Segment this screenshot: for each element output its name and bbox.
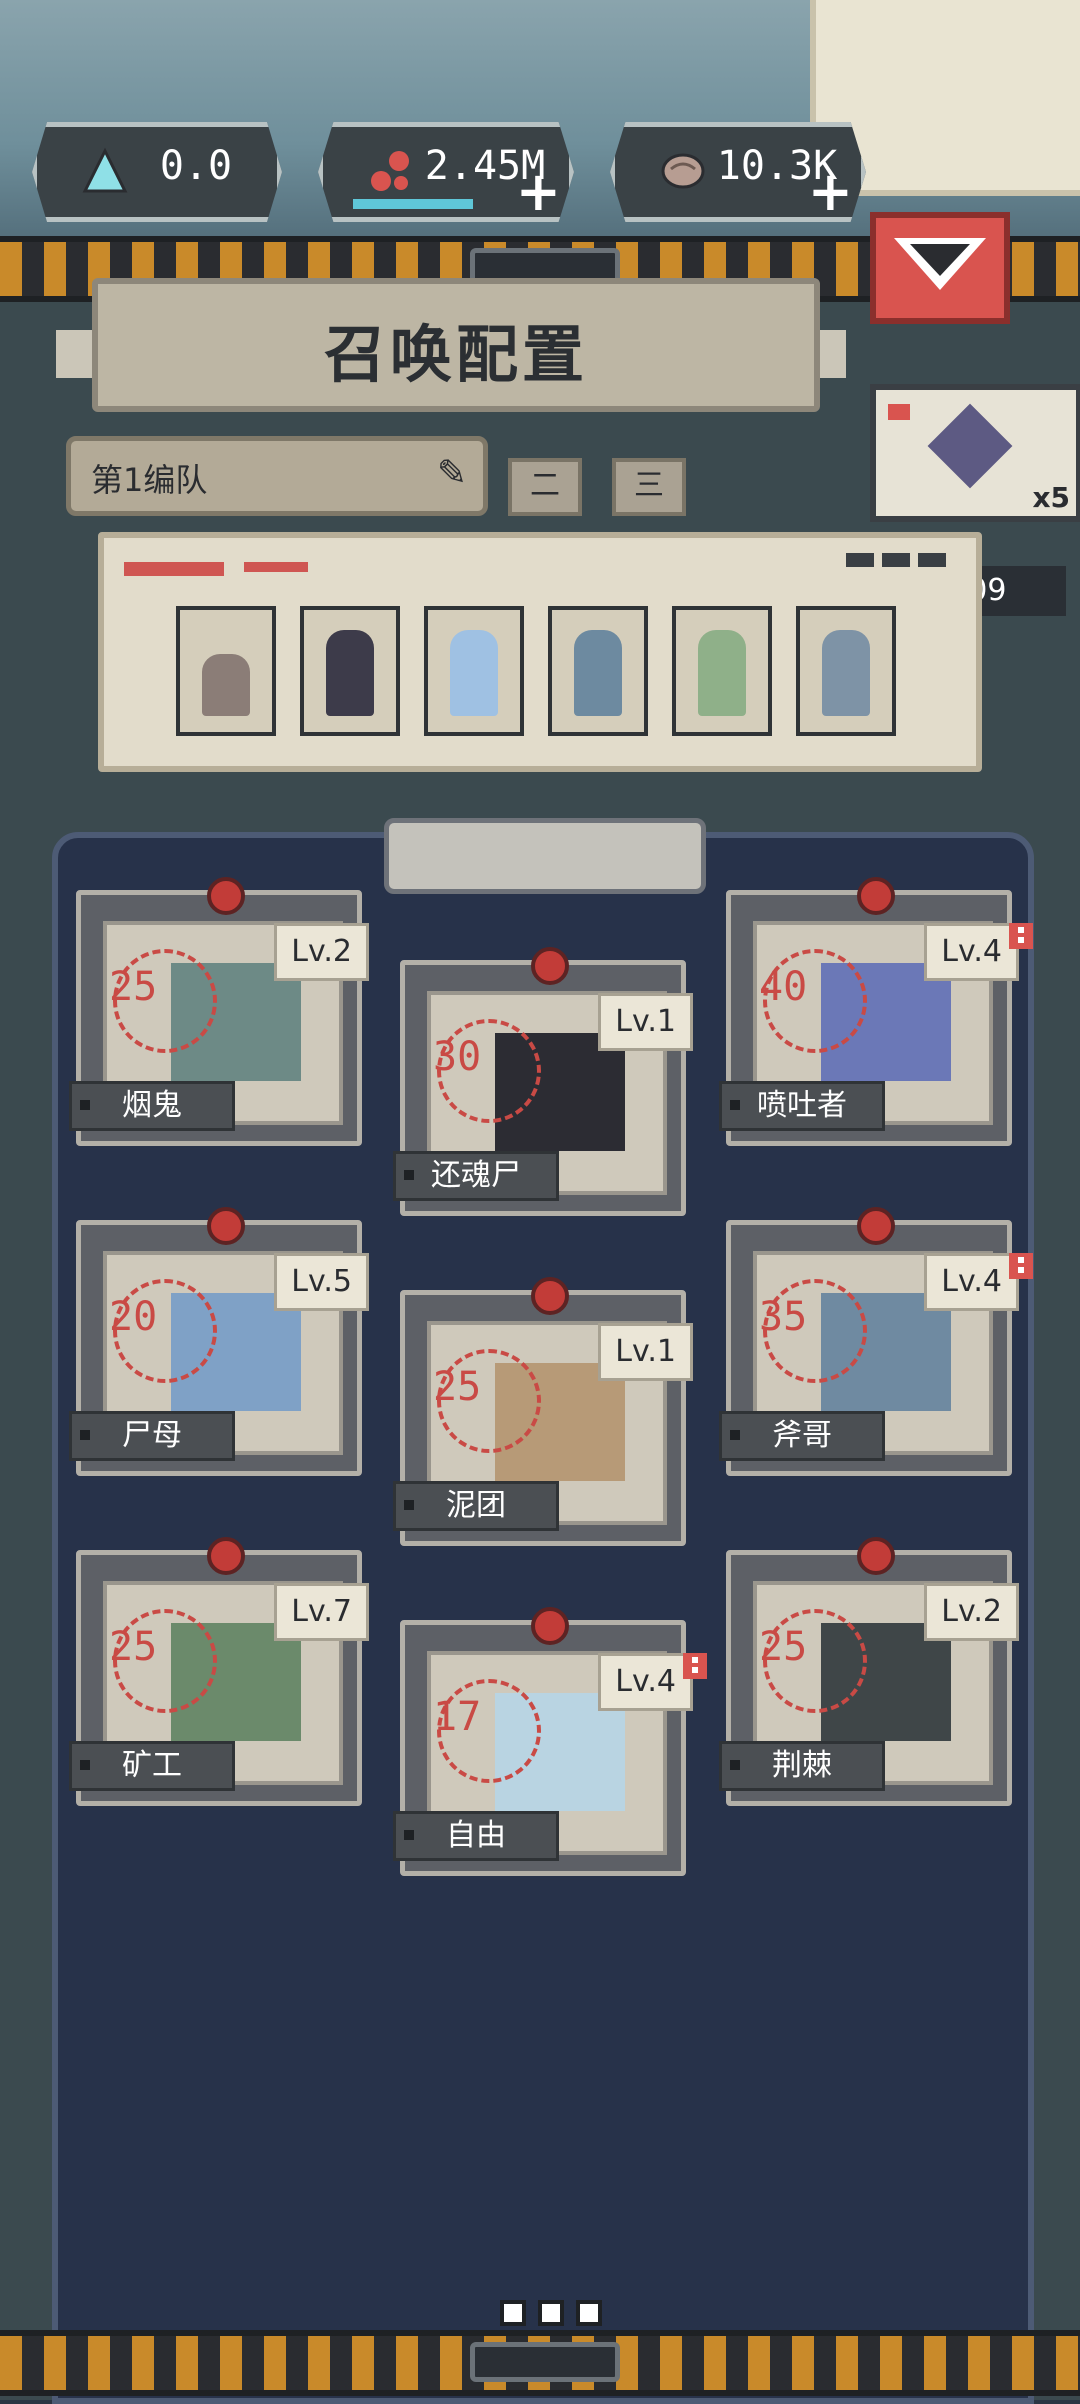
card-pin	[857, 1537, 895, 1575]
title-panel: 召唤配置	[92, 278, 820, 412]
unit-level: Lv.1	[598, 993, 693, 1051]
alert-icon	[683, 1653, 707, 1679]
unit-sprite	[202, 654, 250, 716]
team-name: 第1编队	[91, 461, 208, 499]
page-dot[interactable]	[576, 2300, 602, 2326]
unit-card[interactable]: 40 Lv.4 喷吐者	[719, 877, 1033, 1146]
card-pack-count: x5	[1032, 481, 1070, 514]
unit-cost: 25	[433, 1349, 541, 1453]
crystal-value: 0.0	[159, 143, 233, 189]
unit-card[interactable]: 17 Lv.4 自由	[393, 1607, 707, 1876]
bottom-drawer-handle[interactable]	[470, 2342, 620, 2382]
card-pin	[531, 947, 569, 985]
unit-cost: 25	[759, 1609, 867, 1713]
card-pin	[857, 1207, 895, 1245]
unit-cost: 30	[433, 1019, 541, 1123]
card-pin	[531, 1607, 569, 1645]
unit-cost: 25	[109, 1609, 217, 1713]
card-pin	[207, 1207, 245, 1245]
unit-sprite	[822, 630, 870, 716]
unit-name: 斧哥	[719, 1411, 885, 1461]
lineup-indicator	[838, 552, 946, 571]
unit-card[interactable]: 30 Lv.1 还魂尸	[393, 947, 693, 1216]
crystal-icon	[82, 147, 128, 193]
unit-card[interactable]: 25 Lv.2 烟鬼	[69, 877, 369, 1146]
page-indicator	[500, 2300, 614, 2330]
brain-resource: 10.3K +	[610, 122, 866, 222]
team-selector[interactable]: 第1编队 ✎	[66, 436, 488, 516]
unit-level: Lv.2	[274, 923, 369, 981]
blood-progress-bar	[353, 199, 473, 209]
unit-name: 自由	[393, 1811, 559, 1861]
lineup-slot-6[interactable]	[796, 606, 896, 736]
panel-tab[interactable]	[384, 818, 706, 894]
add-blood-button[interactable]: +	[516, 165, 561, 219]
unit-name: 荆棘	[719, 1741, 885, 1791]
blood-resource: 2.45M +	[318, 122, 574, 222]
collapse-button[interactable]	[870, 212, 1010, 324]
brain-icon	[661, 153, 705, 189]
page-dot[interactable]	[500, 2300, 526, 2326]
unit-card[interactable]: 20 Lv.5 尸母	[69, 1207, 369, 1476]
unit-name: 还魂尸	[393, 1151, 559, 1201]
unit-cost: 35	[759, 1279, 867, 1383]
unit-name: 喷吐者	[719, 1081, 885, 1131]
unit-name: 尸母	[69, 1411, 235, 1461]
lineup-slot-2[interactable]	[300, 606, 400, 736]
card-pin	[207, 1537, 245, 1575]
team-tab-3[interactable]: 三	[612, 458, 686, 516]
unit-sprite	[574, 630, 622, 716]
unit-cost: 17	[433, 1679, 541, 1783]
unit-card[interactable]: 25 Lv.1 泥团	[393, 1277, 693, 1546]
team-lineup-panel	[98, 532, 982, 772]
card-pin	[531, 1277, 569, 1315]
unit-level: Lv.4	[924, 1253, 1019, 1311]
edit-icon[interactable]: ✎	[437, 453, 467, 494]
unit-level: Lv.4	[598, 1653, 693, 1711]
lineup-slot-5[interactable]	[672, 606, 772, 736]
unit-level: Lv.2	[924, 1583, 1019, 1641]
card-pack-icon	[927, 403, 1013, 489]
unit-sprite	[698, 630, 746, 716]
alert-icon	[1009, 923, 1033, 949]
card-pin	[207, 877, 245, 915]
unit-name: 矿工	[69, 1741, 235, 1791]
bottom-hazard-stripe	[0, 2330, 1080, 2396]
unit-level: Lv.4	[924, 923, 1019, 981]
lineup-slot-1[interactable]	[176, 606, 276, 736]
page-title: 召唤配置	[323, 318, 588, 391]
card-pack-widget[interactable]: x5	[870, 384, 1080, 522]
add-brain-button[interactable]: +	[808, 165, 853, 219]
unit-card[interactable]: 25 Lv.7 矿工	[69, 1537, 369, 1806]
unit-cost: 40	[759, 949, 867, 1053]
team-tab-2[interactable]: 二	[508, 458, 582, 516]
unit-level: Lv.7	[274, 1583, 369, 1641]
lineup-slot-3[interactable]	[424, 606, 524, 736]
unit-cost: 20	[109, 1279, 217, 1383]
unit-card[interactable]: 25 Lv.2 荆棘	[719, 1537, 1019, 1806]
page-dot[interactable]	[538, 2300, 564, 2326]
unit-name: 烟鬼	[69, 1081, 235, 1131]
card-pin	[857, 877, 895, 915]
unit-level: Lv.5	[274, 1253, 369, 1311]
crystal-resource: 0.0	[32, 122, 282, 222]
unit-card[interactable]: 35 Lv.4 斧哥	[719, 1207, 1033, 1476]
unit-level: Lv.1	[598, 1323, 693, 1381]
unit-sprite	[326, 630, 374, 716]
unit-name: 泥团	[393, 1481, 559, 1531]
alert-icon	[1009, 1253, 1033, 1279]
blood-cells-icon	[371, 151, 409, 191]
unit-cost: 25	[109, 949, 217, 1053]
lineup-slot-4[interactable]	[548, 606, 648, 736]
unit-sprite	[450, 630, 498, 716]
